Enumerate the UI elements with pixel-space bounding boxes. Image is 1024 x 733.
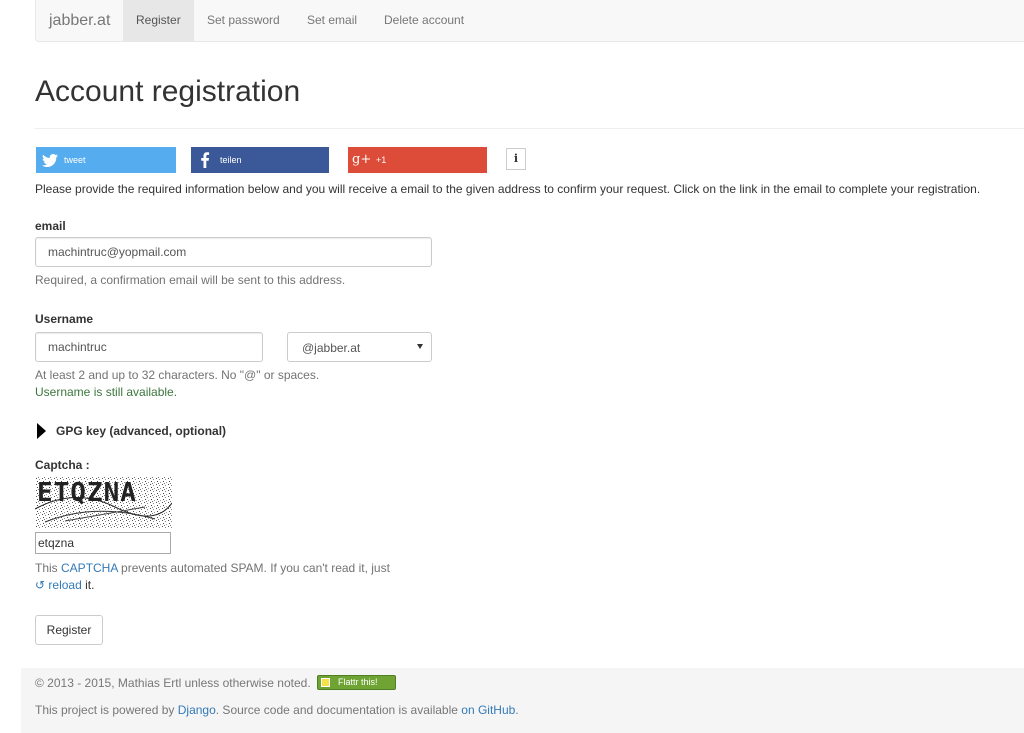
twitter-bird-icon [42,147,59,173]
intro-text: Please provide the required information … [35,182,981,196]
username-status: Username is still available. [35,385,178,399]
captcha-image: ETQZNA [34,477,173,528]
page-title: Account registration [35,75,301,108]
caret-right-icon [37,423,46,439]
flattr-label: Flattr this! [338,677,378,687]
brand-link[interactable]: jabber.at [49,12,110,30]
username-help: At least 2 and up to 32 characters. No "… [35,368,320,382]
top-navbar: jabber.at Register Set password Set emai… [35,0,1024,42]
captcha-help-suffix: prevents automated SPAM. If you can't re… [117,561,390,575]
reload-icon: ↺ [35,578,46,592]
footer-powered-by: This project is powered by Django. Sourc… [35,703,519,717]
footer-copyright: © 2013 - 2015, Mathias Ertl unless other… [35,676,311,690]
google-plus-label: +1 [376,155,387,165]
powered-suffix: . [515,703,519,717]
reload-suffix: it. [81,578,95,592]
facebook-f-icon [200,147,210,173]
email-label: email [35,219,66,233]
captcha-help-prefix: This [35,561,62,575]
django-link[interactable]: Django [178,703,216,717]
domain-select[interactable]: @jabber.at [287,332,432,362]
flattr-button[interactable]: Flattr this! [317,675,396,690]
username-field[interactable] [35,332,263,362]
google-plus-icon: g+ [352,152,372,167]
username-label: Username [35,312,94,326]
chevron-down-icon [417,344,423,349]
nav-item-set-password[interactable]: Set password [194,0,293,41]
tweet-button[interactable]: tweet [36,147,176,173]
title-divider [35,128,1024,129]
gpg-key-label: GPG key (advanced, optional) [56,424,227,438]
captcha-help: This CAPTCHA prevents automated SPAM. If… [35,561,390,575]
tweet-label: tweet [64,155,86,165]
captcha-label: Captcha : [35,458,90,472]
github-link[interactable]: on GitHub [461,703,515,717]
email-field[interactable] [35,237,432,267]
captcha-reload-line: ↺ reload it. [35,578,94,592]
info-icon[interactable]: i [506,148,526,170]
facebook-share-button[interactable]: teilen [191,147,329,173]
powered-prefix: This project is powered by [35,703,178,717]
domain-select-value: @jabber.at [302,341,361,355]
footer: © 2013 - 2015, Mathias Ertl unless other… [21,668,1024,733]
flattr-icon [321,678,330,687]
nav-item-register[interactable]: Register [123,0,194,41]
nav-item-set-email[interactable]: Set email [294,0,370,41]
captcha-link[interactable]: CAPTCHA [61,561,118,575]
captcha-field[interactable] [35,532,171,554]
captcha-image-text: ETQZNA [37,478,137,508]
reload-link[interactable]: ↺ reload [35,578,82,592]
google-plus-button[interactable]: g+ +1 [348,147,487,173]
facebook-share-label: teilen [220,155,242,165]
powered-middle: . Source code and documentation is avail… [215,703,462,717]
register-button[interactable]: Register [35,615,103,645]
reload-label: reload [48,578,82,592]
email-help: Required, a confirmation email will be s… [35,273,346,287]
nav-item-delete-account[interactable]: Delete account [371,0,477,41]
